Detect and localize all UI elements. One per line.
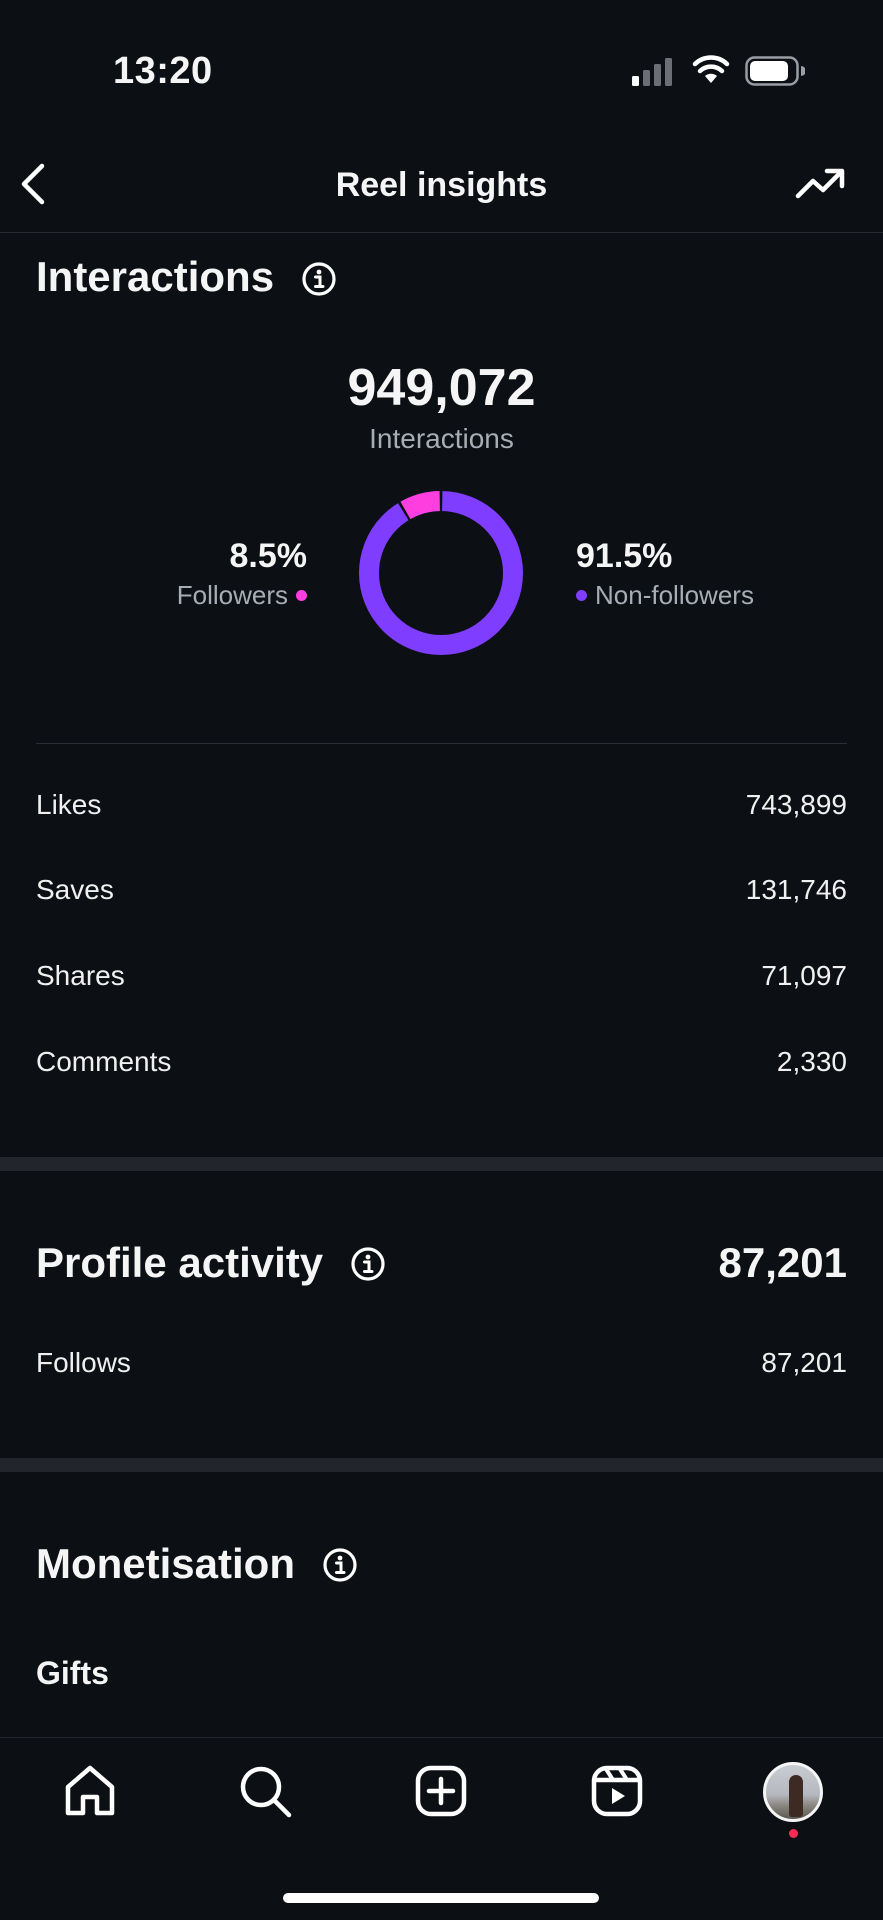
create-icon[interactable] xyxy=(413,1763,469,1819)
row-label: Saves xyxy=(36,874,114,905)
interactions-divider xyxy=(36,743,847,744)
interactions-title: Interactions xyxy=(36,253,275,300)
followers-percent: 8.5% xyxy=(229,537,308,575)
interactions-total: 949,072 xyxy=(347,359,536,417)
monetisation-title: Monetisation xyxy=(36,1540,295,1587)
non-followers-legend-dot xyxy=(576,590,587,601)
reels-icon[interactable] xyxy=(589,1763,645,1819)
info-icon[interactable] xyxy=(350,1246,386,1282)
page-title: Reel insights xyxy=(335,166,548,204)
interactions-total-label: Interactions xyxy=(369,423,514,454)
row-label: Shares xyxy=(36,960,125,991)
cellular-signal-icon xyxy=(632,58,672,86)
row-label: Follows xyxy=(36,1347,131,1378)
donut-segment-followers xyxy=(399,491,442,520)
interactions-donut-chart xyxy=(359,490,523,655)
followers-legend: Followers xyxy=(177,580,307,611)
row-value: 743,899 xyxy=(745,789,847,820)
non-followers-label: Non-followers xyxy=(595,580,754,610)
profile-activity-title: Profile activity xyxy=(36,1239,324,1286)
non-followers-legend: Non-followers xyxy=(576,580,754,611)
interaction-row-comments: Comments 2,330 xyxy=(36,1042,847,1082)
row-value: 87,201 xyxy=(761,1347,847,1378)
header-divider xyxy=(0,232,883,233)
profile-avatar[interactable] xyxy=(763,1762,823,1822)
interaction-row-saves: Saves 131,746 xyxy=(36,870,847,910)
nav-divider xyxy=(0,1737,883,1738)
wifi-icon xyxy=(692,55,730,83)
row-value: 71,097 xyxy=(761,960,847,991)
donut-gap xyxy=(397,500,411,522)
info-icon[interactable] xyxy=(322,1547,358,1583)
home-icon[interactable] xyxy=(62,1763,118,1819)
section-separator xyxy=(0,1458,883,1472)
status-time: 13:20 xyxy=(113,50,213,92)
avatar-photo-figure xyxy=(789,1775,803,1817)
battery-icon xyxy=(745,56,805,86)
gifts-heading: Gifts xyxy=(36,1655,109,1691)
followers-label: Followers xyxy=(176,580,288,610)
interaction-row-likes: Likes 743,899 xyxy=(36,785,847,825)
section-separator xyxy=(0,1157,883,1171)
search-icon[interactable] xyxy=(237,1763,293,1819)
trending-up-icon[interactable] xyxy=(795,166,847,202)
profile-row-follows: Follows 87,201 xyxy=(36,1343,847,1383)
notification-dot xyxy=(789,1829,798,1838)
info-icon[interactable] xyxy=(301,261,337,297)
interaction-row-shares: Shares 71,097 xyxy=(36,956,847,996)
row-label: Likes xyxy=(36,789,102,820)
row-value: 2,330 xyxy=(776,1046,847,1077)
row-value: 131,746 xyxy=(745,874,847,905)
row-label: Comments xyxy=(36,1046,172,1077)
home-indicator[interactable] xyxy=(283,1893,599,1903)
followers-legend-dot xyxy=(296,590,307,601)
non-followers-percent: 91.5% xyxy=(576,537,673,575)
profile-activity-total: 87,201 xyxy=(718,1239,847,1286)
